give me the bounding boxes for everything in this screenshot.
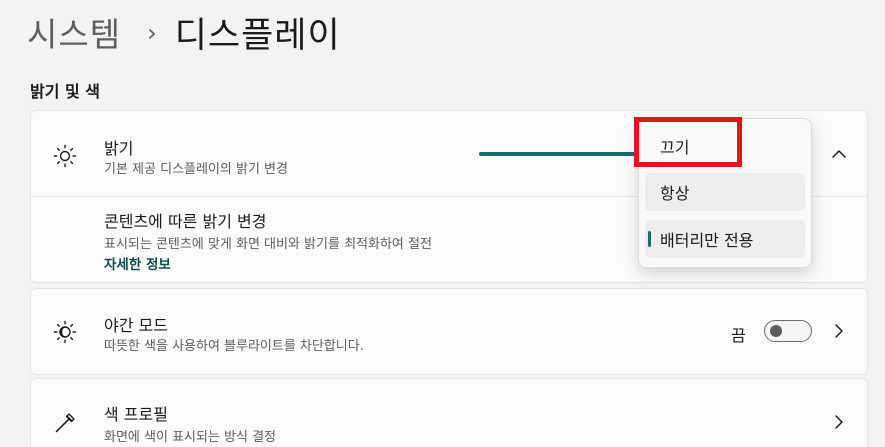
content-brightness-title: 콘텐츠에 따른 밝기 변경 [104, 212, 267, 231]
dropdown-option-battery-only[interactable]: 배터리만 전용 [645, 220, 805, 258]
dropdown-option-off[interactable]: 끄기 [645, 127, 805, 165]
night-light-icon [51, 318, 79, 346]
sun-icon [51, 142, 79, 170]
chevron-right-icon[interactable] [829, 412, 849, 432]
breadcrumb-separator-icon: › [147, 19, 157, 47]
color-profile-description: 화면에 색이 표시되는 방식 결정 [104, 430, 277, 445]
adaptive-brightness-dropdown: 끄기 항상 배터리만 전용 [638, 118, 812, 268]
brightness-description: 기본 제공 디스플레이의 밝기 변경 [104, 162, 288, 177]
night-mode-card[interactable]: 야간 모드 따뜻한 색을 사용하여 블루라이트를 차단합니다. 끔 [30, 288, 868, 375]
color-profile-card[interactable]: 색 프로필 화면에 색이 표시되는 방식 결정 [30, 378, 868, 447]
content-brightness-description: 표시되는 콘텐츠에 맞게 화면 대비와 밝기를 최적화하여 절전 [104, 237, 432, 252]
night-mode-toggle-label: 끔 [731, 326, 746, 345]
night-mode-title: 야간 모드 [104, 316, 168, 335]
breadcrumb-system[interactable]: 시스템 [27, 8, 121, 56]
breadcrumb: 시스템 › 디스플레이 [27, 8, 341, 56]
color-profile-title: 색 프로필 [104, 405, 168, 424]
eyedropper-icon [51, 409, 79, 437]
display-settings-page: 시스템 › 디스플레이 밝기 및 색 밝기 기본 제공 디스플레이의 밝기 변경 [0, 0, 885, 447]
brightness-title: 밝기 [104, 139, 134, 158]
brightness-slider[interactable] [479, 152, 649, 156]
learn-more-link[interactable]: 자세한 정보 [104, 253, 171, 273]
dropdown-option-label: 배터리만 전용 [660, 231, 754, 250]
dropdown-option-always[interactable]: 항상 [645, 173, 805, 211]
chevron-right-icon[interactable] [829, 321, 849, 341]
chevron-up-icon[interactable] [829, 144, 849, 164]
night-mode-description: 따뜻한 색을 사용하여 블루라이트를 차단합니다. [104, 339, 364, 354]
night-mode-toggle[interactable] [764, 320, 812, 342]
page-title: 디스플레이 [174, 15, 341, 56]
toggle-knob [770, 325, 782, 337]
selected-indicator [648, 231, 651, 247]
section-title-brightness-color: 밝기 및 색 [30, 82, 101, 101]
